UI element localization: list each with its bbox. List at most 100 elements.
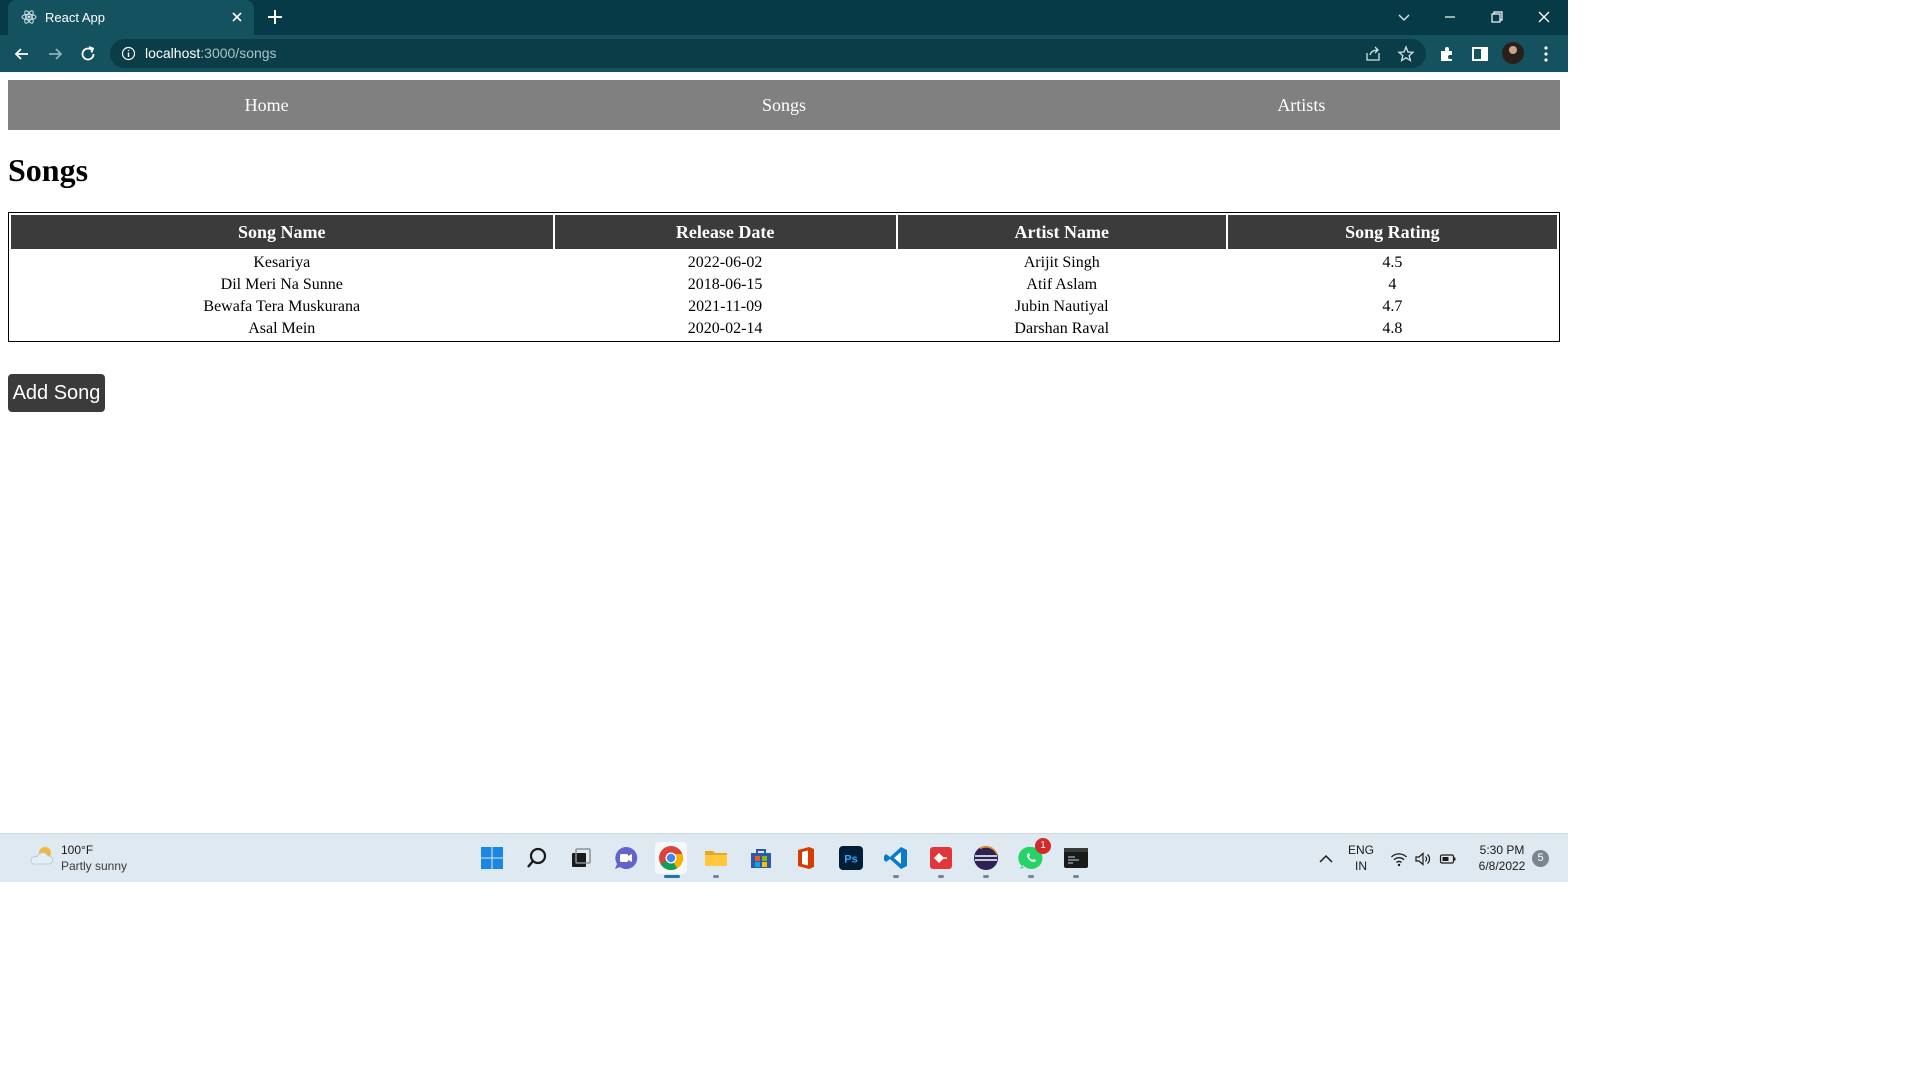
url-text[interactable]: localhost:3000/songs: [145, 45, 277, 61]
close-window-icon[interactable]: [1535, 8, 1553, 26]
chevron-down-icon[interactable]: [1395, 8, 1413, 26]
eclipse-app[interactable]: [970, 842, 1002, 874]
nav-link-artists[interactable]: Artists: [1043, 80, 1560, 130]
running-app-indicator: [1028, 875, 1034, 878]
running-app-indicator: [983, 875, 989, 878]
cell-release-date: 2021-11-09: [688, 298, 763, 315]
start-button[interactable]: [476, 842, 508, 874]
task-view-button[interactable]: [565, 842, 597, 874]
side-panel-icon[interactable]: [1470, 44, 1490, 64]
vscode-icon: [884, 847, 907, 869]
teams-chat-app[interactable]: [610, 842, 642, 874]
cell-song-name: Kesariya: [253, 254, 311, 271]
nav-link-songs[interactable]: Songs: [525, 80, 1042, 130]
table-row: Kesariya 2022-06-02 Arijit Singh 4.5: [11, 251, 1557, 273]
browser-toolbar: localhost:3000/songs: [0, 35, 1568, 72]
cell-artist-name: Jubin Nautiyal: [1014, 298, 1109, 315]
office-app[interactable]: [790, 842, 822, 874]
cell-song-name: Bewafa Tera Muskurana: [203, 298, 361, 315]
cell-song-name: Asal Mein: [248, 320, 316, 337]
windows-logo-icon: [481, 847, 503, 869]
cell-song-name: Dil Meri Na Sunne: [220, 276, 343, 293]
active-app-indicator: [664, 875, 680, 878]
url-host: localhost: [145, 45, 201, 61]
running-app-indicator: [938, 875, 944, 878]
partly-sunny-icon[interactable]: [28, 844, 56, 868]
new-tab-icon[interactable]: [266, 8, 284, 26]
chrome-icon: [659, 846, 684, 871]
chrome-app[interactable]: [655, 842, 687, 874]
teams-chat-icon: [615, 846, 638, 869]
eclipse-icon: [974, 846, 998, 870]
restore-icon[interactable]: [1488, 8, 1506, 26]
cell-artist-name: Arijit Singh: [1023, 254, 1100, 271]
header-release-date: Release Date: [554, 215, 896, 249]
microsoft-store-app[interactable]: [745, 842, 777, 874]
region-indicator[interactable]: IN: [1347, 859, 1375, 873]
clock-time[interactable]: 5:30 PM: [1470, 843, 1534, 857]
cell-release-date: 2018-06-15: [687, 276, 763, 293]
windows-taskbar: 100°F Partly sunny Ps 1 ENG IN 5:30 PM 6…: [0, 833, 1568, 882]
photoshop-app[interactable]: Ps: [835, 842, 867, 874]
reload-icon[interactable]: [78, 44, 98, 64]
table-row: Asal Mein 2020-02-14 Darshan Raval 4.8: [11, 319, 1557, 339]
running-app-indicator: [893, 875, 899, 878]
store-bag-icon: [751, 849, 771, 868]
cell-song-rating: 4.7: [1382, 298, 1403, 315]
address-bar[interactable]: localhost:3000/songs: [110, 39, 1426, 68]
weather-temperature[interactable]: 100°F: [61, 843, 93, 857]
notification-count[interactable]: 5: [1532, 850, 1549, 867]
cell-song-rating: 4.8: [1382, 320, 1403, 337]
minimize-icon[interactable]: [1441, 8, 1459, 26]
vscode-app[interactable]: [880, 842, 912, 874]
tab-title: React App: [45, 10, 105, 25]
browser-tab-strip: React App: [0, 0, 1568, 35]
wifi-icon[interactable]: [1390, 850, 1408, 868]
volume-icon[interactable]: [1414, 850, 1432, 868]
git-app[interactable]: [925, 842, 957, 874]
close-tab-icon[interactable]: [228, 8, 246, 26]
search-icon: [527, 847, 547, 868]
photoshop-icon: Ps: [839, 846, 863, 870]
table-row: Bewafa Tera Muskurana 2021-11-09 Jubin N…: [11, 297, 1557, 317]
cell-release-date: 2020-02-14: [687, 320, 763, 337]
git-icon: [930, 847, 952, 869]
main-navbar: Home Songs Artists: [8, 80, 1560, 130]
add-song-button[interactable]: Add Song: [8, 374, 105, 412]
header-song-name: Song Name: [11, 215, 553, 249]
battery-icon[interactable]: [1439, 850, 1457, 868]
chevron-up-icon[interactable]: [1317, 850, 1335, 868]
running-app-indicator: [713, 875, 719, 878]
office-icon: [798, 847, 814, 869]
table-header-row: Song Name Release Date Artist Name Song …: [11, 215, 1557, 249]
site-info-icon[interactable]: [121, 46, 136, 61]
extensions-puzzle-icon[interactable]: [1437, 44, 1457, 64]
search-button[interactable]: [521, 842, 553, 874]
language-indicator[interactable]: ENG: [1347, 843, 1375, 857]
svg-text:Ps: Ps: [844, 854, 857, 866]
folder-icon: [705, 851, 727, 866]
back-arrow-icon[interactable]: [12, 44, 32, 64]
browser-tab[interactable]: React App: [8, 0, 254, 35]
nav-link-home[interactable]: Home: [8, 80, 525, 130]
forward-arrow-icon[interactable]: [45, 44, 65, 64]
songs-table: Song Name Release Date Artist Name Song …: [8, 212, 1560, 342]
cell-song-rating: 4.5: [1382, 254, 1403, 271]
clock-date[interactable]: 6/8/2022: [1470, 859, 1534, 873]
file-explorer-app[interactable]: [700, 842, 732, 874]
kebab-menu-icon[interactable]: [1536, 44, 1556, 64]
cell-release-date: 2022-06-02: [687, 254, 763, 271]
running-app-indicator: [1073, 875, 1079, 878]
mysql-shell-app[interactable]: [1060, 842, 1092, 874]
weather-description[interactable]: Partly sunny: [61, 859, 127, 873]
share-icon[interactable]: [1364, 45, 1382, 63]
terminal-icon: [1064, 848, 1088, 868]
cell-song-rating: 4: [1388, 276, 1397, 293]
whatsapp-app[interactable]: 1: [1015, 838, 1051, 874]
bookmark-star-icon[interactable]: [1397, 45, 1415, 63]
profile-avatar[interactable]: [1502, 42, 1524, 64]
cell-artist-name: Darshan Raval: [1014, 320, 1110, 337]
header-artist-name: Artist Name: [897, 215, 1226, 249]
cell-artist-name: Atif Aslam: [1026, 276, 1098, 293]
react-logo-icon: [21, 10, 37, 24]
